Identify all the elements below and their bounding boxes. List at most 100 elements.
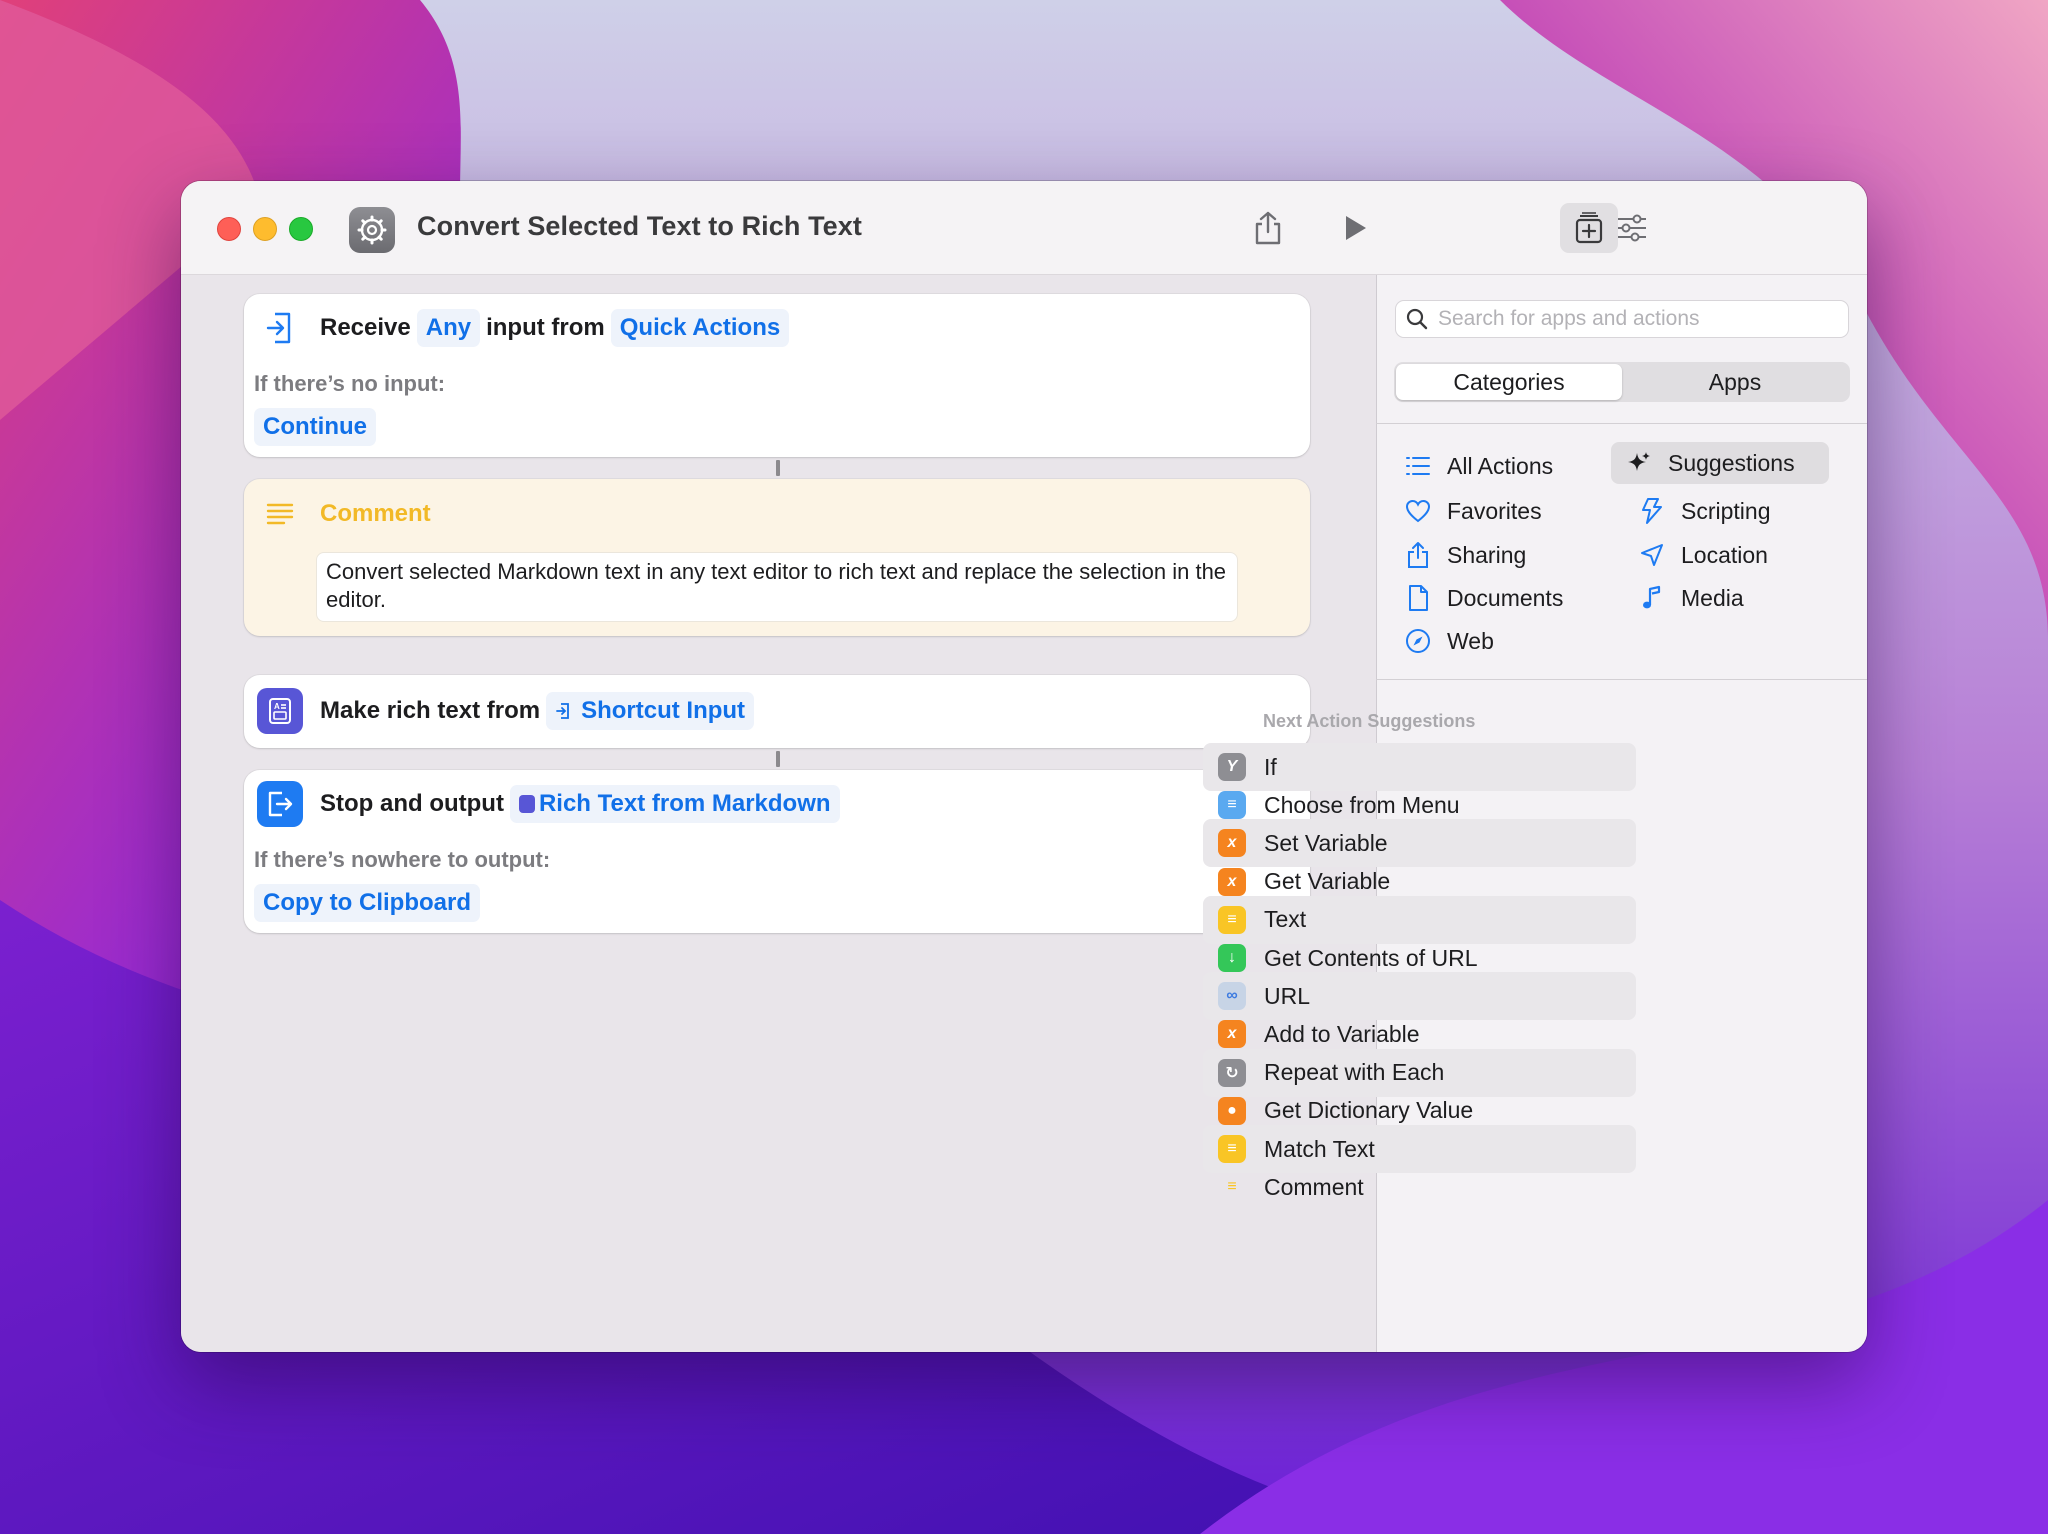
category-scripting[interactable]: Scripting bbox=[1624, 490, 1824, 532]
zoom-window-button[interactable] bbox=[289, 217, 313, 241]
category-documents[interactable]: Documents bbox=[1403, 577, 1603, 619]
no-input-label: If there’s no input: bbox=[254, 371, 446, 396]
minimize-window-button[interactable] bbox=[253, 217, 277, 241]
suggestion-label: If bbox=[1264, 753, 1277, 780]
comment-action[interactable]: Comment Convert selected Markdown text i… bbox=[244, 479, 1310, 636]
rich-text-mini-icon bbox=[518, 795, 535, 813]
shortcut-input-icon bbox=[556, 703, 569, 719]
sliders-icon bbox=[1618, 214, 1646, 242]
share-icon bbox=[1255, 211, 1281, 245]
search-icon bbox=[1406, 308, 1428, 330]
category-location[interactable]: Location bbox=[1624, 534, 1824, 576]
category-label: Documents bbox=[1447, 584, 1564, 611]
input-from-label: input from bbox=[486, 314, 605, 341]
link-icon: ∞ bbox=[1218, 982, 1246, 1011]
document-icon bbox=[1403, 583, 1433, 613]
details-settings-button[interactable] bbox=[1609, 205, 1655, 251]
suggestion-label: Set Variable bbox=[1264, 829, 1388, 856]
suggestion-label: Match Text bbox=[1264, 1135, 1375, 1162]
compass-icon bbox=[1403, 626, 1433, 656]
play-icon bbox=[1346, 216, 1366, 240]
close-window-button[interactable] bbox=[217, 217, 241, 241]
receive-input-action[interactable]: Receive Any input from Quick Actions If … bbox=[244, 294, 1310, 457]
text-icon: ≡ bbox=[1218, 1135, 1246, 1163]
next-action-suggestions-title: Next Action Suggestions bbox=[1263, 711, 1476, 731]
library-add-icon bbox=[1575, 212, 1603, 244]
suggestion-label: Choose from Menu bbox=[1264, 791, 1460, 818]
input-type-token[interactable]: Any bbox=[416, 309, 481, 347]
category-sharing[interactable]: Sharing bbox=[1403, 534, 1603, 576]
nowhere-to-output-label: If there’s nowhere to output: bbox=[254, 847, 551, 872]
tab-apps[interactable]: Apps bbox=[1622, 364, 1848, 400]
window-title: Convert Selected Text to Rich Text bbox=[417, 211, 862, 241]
category-label: Web bbox=[1447, 627, 1494, 654]
dictionary-icon: ● bbox=[1218, 1096, 1246, 1125]
category-all-actions[interactable]: All Actions bbox=[1403, 445, 1603, 487]
music-note-icon bbox=[1637, 583, 1667, 613]
action-search-field[interactable] bbox=[1395, 300, 1849, 338]
category-label: Favorites bbox=[1447, 497, 1542, 524]
comment-lines-icon: ≡ bbox=[1227, 1178, 1237, 1196]
variable-icon: x bbox=[1218, 867, 1246, 896]
sidebar-divider bbox=[1376, 679, 1867, 680]
action-connector bbox=[776, 751, 780, 767]
category-label: Media bbox=[1681, 584, 1744, 611]
suggestion-label: Get Dictionary Value bbox=[1264, 1097, 1474, 1124]
category-label: Scripting bbox=[1681, 497, 1771, 524]
tab-categories[interactable]: Categories bbox=[1396, 364, 1622, 400]
shortcut-input-label: Shortcut Input bbox=[581, 697, 746, 724]
action-connector bbox=[776, 460, 780, 476]
suggestion-label: Get Variable bbox=[1264, 868, 1391, 895]
category-label: Location bbox=[1681, 541, 1768, 568]
shortcuts-window: Convert Selected Text to Rich Text Recei… bbox=[181, 181, 1867, 1352]
branch-icon: Y bbox=[1218, 753, 1246, 781]
run-button[interactable] bbox=[1332, 205, 1378, 251]
library-segmented-control: Categories Apps bbox=[1394, 362, 1850, 402]
share-icon bbox=[1403, 540, 1433, 570]
sidebar-divider bbox=[1376, 423, 1867, 424]
receive-label: Receive bbox=[320, 314, 411, 341]
list-icon bbox=[1403, 451, 1433, 481]
heart-icon bbox=[1403, 496, 1433, 526]
rich-text-icon: A bbox=[257, 688, 303, 734]
variable-icon: x bbox=[1218, 1020, 1246, 1049]
input-source-token[interactable]: Quick Actions bbox=[610, 309, 790, 347]
action-search-input[interactable] bbox=[1436, 306, 1820, 332]
title-bar: Convert Selected Text to Rich Text bbox=[181, 181, 1867, 275]
menu-icon: ≡ bbox=[1218, 791, 1246, 820]
make-rich-text-action[interactable]: A Make rich text from Shortcut Input bbox=[244, 675, 1310, 748]
download-icon: ↓ bbox=[1218, 944, 1246, 972]
share-button[interactable] bbox=[1245, 205, 1291, 251]
rich-text-token-label: Rich Text from Markdown bbox=[538, 790, 831, 817]
suggestion-label: Repeat with Each bbox=[1264, 1059, 1445, 1086]
comment-text-field[interactable]: Convert selected Markdown text in any te… bbox=[316, 552, 1238, 622]
suggestion-label: Comment bbox=[1264, 1173, 1364, 1200]
suggestion-item[interactable]: ≡ Comment bbox=[1203, 1163, 1636, 1211]
comment-lines-icon bbox=[257, 491, 303, 537]
category-media[interactable]: Media bbox=[1624, 577, 1824, 619]
stop-output-label: Stop and output bbox=[320, 790, 504, 817]
receive-input-icon bbox=[257, 305, 303, 351]
scripting-icon bbox=[1637, 496, 1667, 526]
shortcut-gear-icon[interactable] bbox=[349, 207, 395, 253]
rich-text-from-markdown-token[interactable]: Rich Text from Markdown bbox=[509, 785, 840, 823]
suggestion-label: URL bbox=[1264, 982, 1311, 1009]
repeat-icon: ↻ bbox=[1218, 1058, 1246, 1087]
copy-to-clipboard-token[interactable]: Copy to Clipboard bbox=[254, 884, 480, 922]
stop-output-icon bbox=[257, 781, 303, 827]
category-favorites[interactable]: Favorites bbox=[1403, 490, 1603, 532]
svg-text:A: A bbox=[274, 702, 280, 711]
comment-title: Comment bbox=[320, 500, 431, 527]
suggestion-label: Get Contents of URL bbox=[1264, 944, 1478, 971]
suggestion-label: Add to Variable bbox=[1264, 1020, 1420, 1047]
stop-and-output-action[interactable]: Stop and output Rich Text from Markdown … bbox=[244, 770, 1310, 933]
location-arrow-icon bbox=[1637, 540, 1667, 570]
category-suggestions[interactable]: Suggestions bbox=[1611, 442, 1829, 484]
shortcut-input-token[interactable]: Shortcut Input bbox=[546, 692, 755, 730]
category-label: Sharing bbox=[1447, 541, 1527, 568]
variable-icon: x bbox=[1218, 829, 1246, 858]
no-input-action-token[interactable]: Continue bbox=[254, 408, 376, 446]
category-web[interactable]: Web bbox=[1403, 620, 1603, 662]
suggestion-label: Text bbox=[1264, 906, 1307, 933]
make-rich-text-label: Make rich text from bbox=[320, 697, 541, 724]
